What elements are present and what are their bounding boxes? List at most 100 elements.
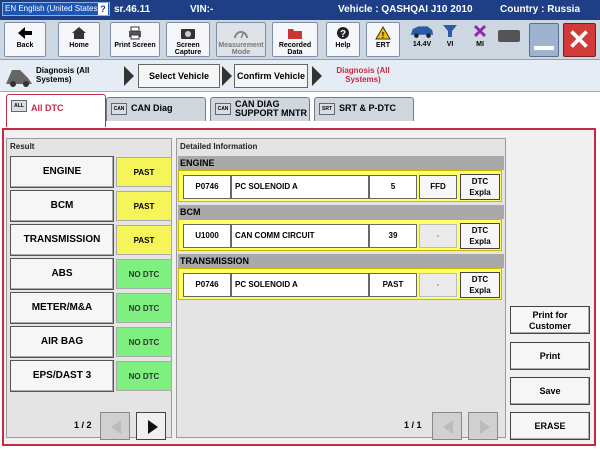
group-header-engine: ENGINE	[178, 156, 504, 170]
result-row-engine: ENGINE PAST	[10, 156, 172, 188]
tab-srt-pdtc[interactable]: SRT SRT & P-DTC	[314, 97, 414, 121]
breadcrumb-current: Diagnosis (All Systems)	[336, 66, 390, 84]
group-header-transmission: TRANSMISSION	[178, 254, 504, 268]
gauge-icon	[234, 31, 248, 39]
status-badge: NO DTC	[116, 361, 172, 391]
filter-icon	[443, 25, 457, 37]
dtc-row-engine: P0746 PC SOLENOID A 5 FFD DTC Expla	[178, 170, 502, 202]
minimize-icon	[534, 46, 554, 50]
arrow-left-icon	[443, 420, 453, 434]
vi-status: VI	[440, 23, 460, 48]
help-button[interactable]: ? Help	[326, 22, 360, 57]
tab-all-dtc[interactable]: ALL All DTC	[6, 94, 106, 127]
screen-capture-button[interactable]: Screen Capture	[166, 22, 210, 57]
print-for-customer-button[interactable]: Print for Customer	[510, 306, 590, 334]
close-button[interactable]	[563, 23, 596, 57]
ffd-button[interactable]: FFD	[419, 175, 457, 199]
dtc-description: CAN COMM CIRCUIT	[231, 224, 369, 248]
status-badge: NO DTC	[116, 259, 172, 289]
status-badge: PAST	[116, 191, 172, 221]
language-label: EN English (United States)	[5, 4, 101, 13]
vehicle-label: Vehicle : QASHQAI J10 2010	[338, 4, 473, 15]
svg-text:!: !	[382, 31, 385, 40]
system-button-airbag[interactable]: AIR BAG	[10, 326, 114, 358]
back-button[interactable]: Back	[4, 22, 46, 57]
system-button-bcm[interactable]: BCM	[10, 190, 114, 222]
tab-can-diag[interactable]: CAN CAN Diag	[106, 97, 206, 121]
folder-icon	[288, 29, 302, 39]
home-button[interactable]: Home	[58, 22, 100, 57]
dtc-explanation-button[interactable]: DTC Expla	[460, 272, 500, 298]
system-button-engine[interactable]: ENGINE	[10, 156, 114, 188]
ert-button[interactable]: ! ERT	[366, 22, 400, 57]
result-row-bcm: BCM PAST	[10, 190, 172, 222]
version-label: sr.46.11	[114, 4, 151, 15]
system-button-eps[interactable]: EPS/DAST 3	[10, 360, 114, 392]
breadcrumb-arrow-icon	[124, 66, 134, 86]
dtc-count: PAST	[369, 273, 417, 297]
status-badge: PAST	[116, 225, 172, 255]
help-icon: ?	[337, 27, 349, 40]
title-bar: EN English (United States) ? sr.46.11 VI…	[0, 0, 600, 20]
status-badge: NO DTC	[116, 293, 172, 323]
result-row-meter: METER/M&A NO DTC	[10, 292, 172, 324]
dtc-row-transmission: P0746 PC SOLENOID A PAST - DTC Expla	[178, 268, 502, 300]
dtc-code: U1000	[183, 224, 231, 248]
dtc-code: P0746	[183, 273, 231, 297]
breadcrumb-diagnosis[interactable]: Diagnosis (All Systems)	[36, 66, 102, 84]
dtc-explanation-button[interactable]: DTC Expla	[460, 223, 500, 249]
measurement-mode-button[interactable]: Measurement Mode	[216, 22, 266, 57]
close-icon	[570, 30, 588, 48]
arrow-right-icon	[148, 420, 158, 434]
tab-can-diag-support[interactable]: CAN CAN DIAG SUPPORT MNTR	[210, 97, 310, 121]
result-row-eps: EPS/DAST 3 NO DTC	[10, 360, 172, 392]
arrow-right-icon	[480, 420, 490, 434]
recorded-data-button[interactable]: Recorded Data	[272, 22, 318, 57]
result-row-abs: ABS NO DTC	[10, 258, 172, 290]
erase-button[interactable]: ERASE	[510, 412, 590, 440]
dtc-count: 39	[369, 224, 417, 248]
dtc-description: PC SOLENOID A	[231, 273, 369, 297]
system-button-meter[interactable]: METER/M&A	[10, 292, 114, 324]
system-button-abs[interactable]: ABS	[10, 258, 114, 290]
home-icon	[72, 27, 86, 39]
warning-icon: !	[375, 26, 391, 40]
x-mark-icon	[473, 24, 487, 38]
save-button[interactable]: Save	[510, 377, 590, 405]
diagnosis-icon	[6, 70, 32, 87]
detail-label: Detailed Information	[180, 142, 258, 151]
minimize-button[interactable]	[529, 23, 559, 57]
srt-icon: SRT	[319, 103, 335, 115]
status-badge: NO DTC	[116, 327, 172, 357]
breadcrumb: Diagnosis (All Systems) Select Vehicle C…	[0, 60, 600, 92]
print-screen-button[interactable]: Print Screen	[110, 22, 160, 57]
tab-bar: ALL All DTC CAN CAN Diag CAN CAN DIAG SU…	[0, 93, 600, 129]
result-row-transmission: TRANSMISSION PAST	[10, 224, 172, 256]
confirm-vehicle-button[interactable]: Confirm Vehicle	[234, 64, 308, 88]
dtc-row-bcm: U1000 CAN COMM CIRCUIT 39 - DTC Expla	[178, 219, 502, 251]
select-vehicle-button[interactable]: Select Vehicle	[138, 64, 220, 88]
all-dtc-icon: ALL	[11, 100, 27, 112]
result-page-indicator: 1 / 2	[74, 420, 92, 430]
system-button-transmission[interactable]: TRANSMISSION	[10, 224, 114, 256]
result-prev-page-button[interactable]	[100, 412, 130, 440]
print-button[interactable]: Print	[510, 342, 590, 370]
dtc-explanation-button[interactable]: DTC Expla	[460, 174, 500, 200]
mi-status: MI	[470, 23, 490, 48]
can-support-icon: CAN	[215, 103, 231, 115]
result-next-page-button[interactable]	[136, 412, 166, 440]
language-selector[interactable]: EN English (United States) ?	[2, 2, 110, 16]
detail-page-indicator: 1 / 1	[404, 420, 422, 430]
ffd-button[interactable]: -	[419, 273, 457, 297]
status-badge: PAST	[116, 157, 172, 187]
camera-icon	[181, 29, 195, 39]
back-arrow-icon	[18, 27, 32, 39]
detail-prev-page-button[interactable]	[432, 412, 462, 440]
group-header-bcm: BCM	[178, 205, 504, 219]
battery-voltage: 14.4V	[406, 23, 438, 48]
car-icon	[410, 26, 434, 38]
country-label: Country : Russia	[500, 4, 581, 15]
ffd-button[interactable]: -	[419, 224, 457, 248]
help-icon[interactable]: ?	[98, 3, 108, 15]
detail-next-page-button[interactable]	[468, 412, 498, 440]
